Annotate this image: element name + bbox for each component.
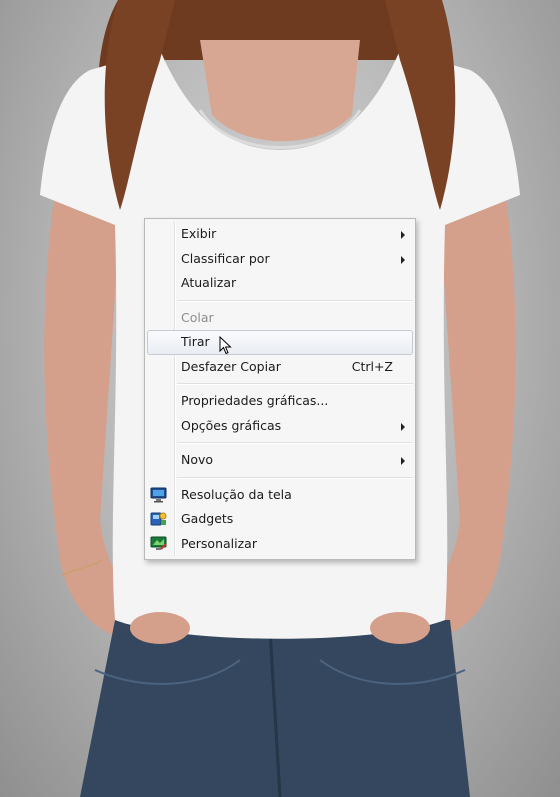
menu-item-label: Classificar por — [181, 250, 270, 266]
menu-item-colar: Colar — [145, 306, 415, 331]
menu-separator — [177, 383, 413, 385]
menu-item-gadgets[interactable]: Gadgets — [145, 507, 415, 532]
menu-item-label: Desfazer Copiar — [181, 358, 281, 374]
menu-item-tirar[interactable]: Tirar — [147, 330, 413, 355]
menu-item-novo[interactable]: Novo — [145, 448, 415, 473]
menu-item-label: Personalizar — [181, 535, 257, 551]
menu-item-label: Atualizar — [181, 275, 237, 290]
menu-item-label: Novo — [181, 452, 214, 467]
menu-item-personalizar[interactable]: Personalizar — [145, 532, 415, 557]
submenu-arrow-icon — [401, 457, 405, 465]
menu-separator — [177, 442, 413, 444]
personalize-icon — [150, 536, 167, 552]
menu-item-atualizar[interactable]: Atualizar — [145, 271, 415, 296]
menu-item-classificar-por[interactable]: Classificar por — [145, 247, 415, 272]
menu-item-label: Tirar — [181, 334, 210, 349]
submenu-arrow-icon — [401, 422, 405, 431]
menu-item-label: Opções gráficas — [181, 417, 282, 433]
menu-item-desfazer-copiar[interactable]: Desfazer Copiar Ctrl+Z — [145, 355, 415, 380]
menu-item-exibir[interactable]: Exibir — [145, 222, 415, 247]
menu-item-label: Gadgets — [181, 511, 234, 526]
menu-item-label: Propriedades gráficas... — [181, 393, 329, 408]
menu-item-label: Exibir — [181, 226, 217, 241]
menu-item-opcoes-graficas[interactable]: Opções gráficas — [145, 414, 415, 439]
desktop-context-menu: Exibir Classificar por Atualizar Colar T… — [144, 218, 416, 560]
mouse-pointer-icon — [219, 335, 233, 360]
menu-item-propriedades-graficas[interactable]: Propriedades gráficas... — [145, 389, 415, 414]
monitor-icon — [150, 487, 167, 503]
menu-item-label: Colar — [181, 309, 214, 325]
menu-item-shortcut: Ctrl+Z — [351, 358, 393, 374]
submenu-arrow-icon — [401, 255, 405, 264]
menu-separator — [177, 299, 413, 302]
menu-item-resolucao-da-tela[interactable]: Resolução da tela — [145, 483, 415, 508]
submenu-arrow-icon — [401, 231, 405, 239]
menu-separator — [177, 476, 413, 479]
gadgets-icon — [150, 511, 167, 527]
menu-item-label: Resolução da tela — [181, 486, 292, 502]
